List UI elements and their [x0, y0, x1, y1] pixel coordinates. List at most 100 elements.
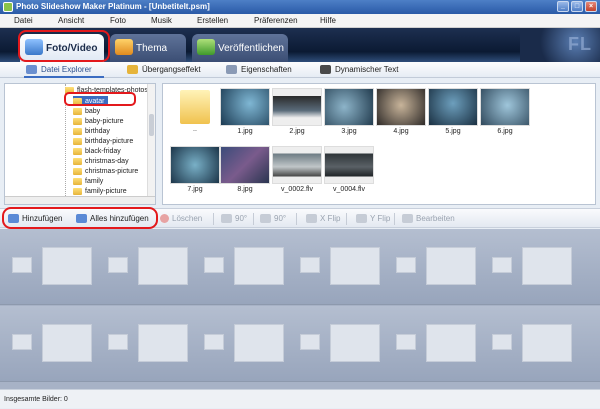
thumb-2[interactable]: 2.jpg — [271, 88, 323, 135]
photo-slot[interactable] — [138, 324, 188, 362]
transition-slot[interactable] — [300, 257, 320, 273]
tab-veroeffentlichen-label: Veröffentlichen — [218, 42, 284, 54]
tree-item-label: family-picture — [85, 187, 127, 195]
thumb-caption: 2.jpg — [289, 128, 305, 135]
subtab-label: Eigenschaften — [241, 65, 292, 74]
rotate-left-button[interactable]: 90° — [221, 214, 247, 223]
photo-slot[interactable] — [138, 247, 188, 285]
transition-slot[interactable] — [396, 257, 416, 273]
folder-icon — [73, 167, 82, 175]
subtab-datei-explorer[interactable]: Datei Explorer — [26, 65, 92, 74]
transition-slot[interactable] — [108, 334, 128, 350]
thumb-3[interactable]: 3.jpg — [323, 88, 375, 135]
thumb-caption: 8.jpg — [237, 186, 253, 193]
maximize-button[interactable]: □ — [571, 1, 583, 12]
thumb-1[interactable]: 1.jpg — [219, 88, 271, 135]
status-bar: Insgesamte Bilder: 0 — [0, 389, 600, 408]
tree-item[interactable]: birthday — [73, 126, 110, 136]
photo-slot[interactable] — [522, 247, 572, 285]
transition-slot[interactable] — [300, 334, 320, 350]
photo-slot[interactable] — [234, 324, 284, 362]
transition-slot[interactable] — [12, 257, 32, 273]
file-explorer-icon — [26, 65, 37, 74]
photo-slot[interactable] — [330, 324, 380, 362]
thumb-4[interactable]: 4.jpg — [375, 88, 427, 135]
thumb-caption: 4.jpg — [393, 128, 409, 135]
tree-vertical-scrollbar[interactable] — [147, 84, 155, 198]
thumb-8[interactable]: 8.jpg — [219, 146, 271, 193]
photo-slot[interactable] — [426, 324, 476, 362]
subtab-dynamischer-text[interactable]: Dynamischer Text — [320, 65, 398, 74]
storyboard[interactable] — [0, 229, 600, 389]
tree-item[interactable]: family — [73, 176, 103, 186]
tree-item-label: baby — [85, 107, 101, 115]
transition-slot[interactable] — [396, 334, 416, 350]
scrollbar-thumb[interactable] — [149, 114, 154, 136]
tree-item-label: christmas-picture — [85, 167, 139, 175]
brand-decoration: FL — [520, 28, 600, 62]
menu-musik[interactable]: Musik — [151, 16, 172, 25]
transition-slot[interactable] — [204, 334, 224, 350]
window-title: Photo Slideshow Maker Platinum - [Unbeti… — [16, 2, 210, 11]
transition-slot[interactable] — [204, 257, 224, 273]
minimize-button[interactable]: _ — [557, 1, 569, 12]
thumbnail-image — [220, 88, 270, 126]
photo-slot[interactable] — [426, 247, 476, 285]
thumb-video-2[interactable]: v_0002.flv — [271, 146, 323, 193]
separator — [296, 213, 297, 225]
rotate-right-button[interactable]: 90° — [260, 214, 286, 223]
storyboard-row — [0, 306, 600, 382]
transition-slot[interactable] — [108, 257, 128, 273]
title-bar: Photo Slideshow Maker Platinum - [Unbeti… — [0, 0, 600, 14]
thumb-video-4[interactable]: v_0004.flv — [323, 146, 375, 193]
menu-erstellen[interactable]: Erstellen — [197, 16, 228, 25]
xflip-button[interactable]: X Flip — [306, 214, 340, 223]
theme-icon — [115, 39, 133, 55]
delete-button[interactable]: Löschen — [160, 214, 202, 223]
close-button[interactable]: × — [585, 1, 597, 12]
storyboard-row — [0, 229, 600, 305]
video-thumbnail — [272, 146, 322, 184]
subtab-eigenschaften[interactable]: Eigenschaften — [226, 65, 292, 74]
thumb-7[interactable]: 7.jpg — [169, 146, 221, 193]
tab-veroeffentlichen[interactable]: Veröffentlichen — [192, 34, 288, 62]
photo-slot[interactable] — [42, 324, 92, 362]
menu-foto[interactable]: Foto — [110, 16, 126, 25]
tree-horizontal-scrollbar[interactable] — [5, 196, 155, 204]
tree-item[interactable]: christmas-day — [73, 156, 129, 166]
separator — [213, 213, 214, 225]
tree-item[interactable]: baby — [73, 106, 100, 116]
tab-thema[interactable]: Thema — [110, 34, 186, 62]
menu-datei[interactable]: Datei — [14, 16, 33, 25]
edit-button[interactable]: Bearbeiten — [402, 214, 455, 223]
thumb-5[interactable]: 5.jpg — [427, 88, 479, 135]
menu-praeferenzen[interactable]: Präferenzen — [254, 16, 298, 25]
thumb-parent-folder[interactable]: .. — [169, 88, 221, 133]
transition-slot[interactable] — [492, 334, 512, 350]
separator — [346, 213, 347, 225]
photo-slot[interactable] — [330, 247, 380, 285]
sub-tab-bar: Datei Explorer Übergangseffekt Eigenscha… — [0, 62, 600, 78]
transition-slot[interactable] — [492, 257, 512, 273]
delete-button-label: Löschen — [172, 214, 203, 223]
menu-hilfe[interactable]: Hilfe — [320, 16, 336, 25]
photo-slot[interactable] — [522, 324, 572, 362]
edit-icon — [402, 214, 413, 223]
rotate-right-icon — [260, 214, 271, 223]
tree-item[interactable]: christmas-picture — [73, 166, 138, 176]
tree-item[interactable]: birthday-picture — [73, 136, 133, 146]
thumb-6[interactable]: 6.jpg — [479, 88, 531, 135]
menu-ansicht[interactable]: Ansicht — [58, 16, 84, 25]
photo-slot[interactable] — [234, 247, 284, 285]
tree-item-label: birthday — [85, 127, 110, 135]
tree-item[interactable]: baby-picture — [73, 116, 124, 126]
yflip-button[interactable]: Y Flip — [356, 214, 390, 223]
delete-icon — [160, 214, 169, 223]
thumb-caption: 5.jpg — [445, 128, 461, 135]
photo-slot[interactable] — [42, 247, 92, 285]
thumb-caption: 1.jpg — [237, 128, 253, 135]
folder-icon — [180, 90, 210, 124]
tree-item[interactable]: black-friday — [73, 146, 121, 156]
subtab-uebergangseffekt[interactable]: Übergangseffekt — [127, 65, 201, 74]
transition-slot[interactable] — [12, 334, 32, 350]
